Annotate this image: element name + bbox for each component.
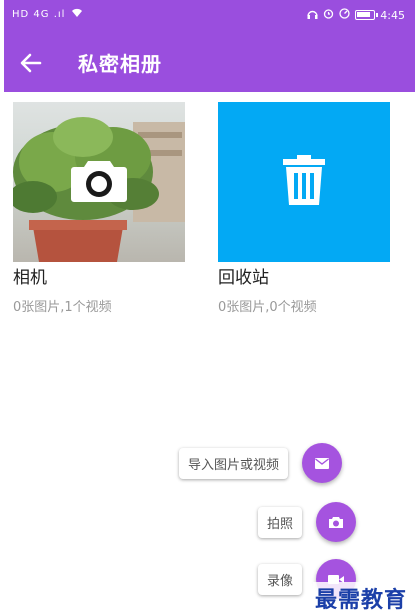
camera-icon (329, 516, 344, 528)
page-title: 私密相册 (78, 52, 162, 76)
phone-screen: HD 4G .ıl 4:45 私密相册 相机 0张图片,1个视频 回收站 0张图… (4, 0, 415, 616)
album-thumbnail[interactable] (13, 102, 185, 262)
speed-icon (339, 8, 350, 22)
camera-icon (70, 157, 128, 207)
back-button[interactable] (16, 48, 46, 78)
fab-import-row[interactable]: 导入图片或视频 (179, 443, 343, 483)
headset-icon (307, 9, 318, 22)
status-bar: HD 4G .ıl 4:45 (4, 0, 415, 34)
trash-icon (283, 155, 325, 209)
album-name: 相机 (13, 268, 47, 288)
fab-photo-row[interactable]: 拍照 (258, 502, 357, 542)
status-right: 4:45 (307, 8, 405, 22)
fab-import-label[interactable]: 导入图片或视频 (179, 447, 289, 479)
fab-photo-button[interactable] (316, 502, 357, 542)
album-name: 回收站 (218, 268, 269, 288)
album-recycle-bin[interactable]: 回收站 0张图片,0个视频 (218, 102, 390, 315)
network-indicator: HD 4G .ıl (12, 9, 66, 20)
status-time: 4:45 (380, 8, 405, 22)
album-count: 0张图片,1个视频 (13, 300, 112, 315)
status-left: HD 4G .ıl (12, 8, 83, 21)
fab-video-label[interactable]: 录像 (258, 563, 303, 595)
album-count: 0张图片,0个视频 (218, 300, 317, 315)
album-thumbnail[interactable] (218, 102, 390, 262)
arrow-left-icon (20, 53, 42, 73)
album-camera[interactable]: 相机 0张图片,1个视频 (13, 102, 185, 315)
watermark-logo: 最需教育 (312, 582, 409, 614)
alarm-icon (323, 8, 334, 22)
fab-import-button[interactable] (302, 443, 343, 483)
wifi-icon (71, 8, 83, 21)
mail-icon (315, 457, 330, 469)
fab-photo-label[interactable]: 拍照 (258, 506, 303, 538)
toolbar: 私密相册 (4, 34, 415, 92)
battery-icon (355, 10, 379, 20)
